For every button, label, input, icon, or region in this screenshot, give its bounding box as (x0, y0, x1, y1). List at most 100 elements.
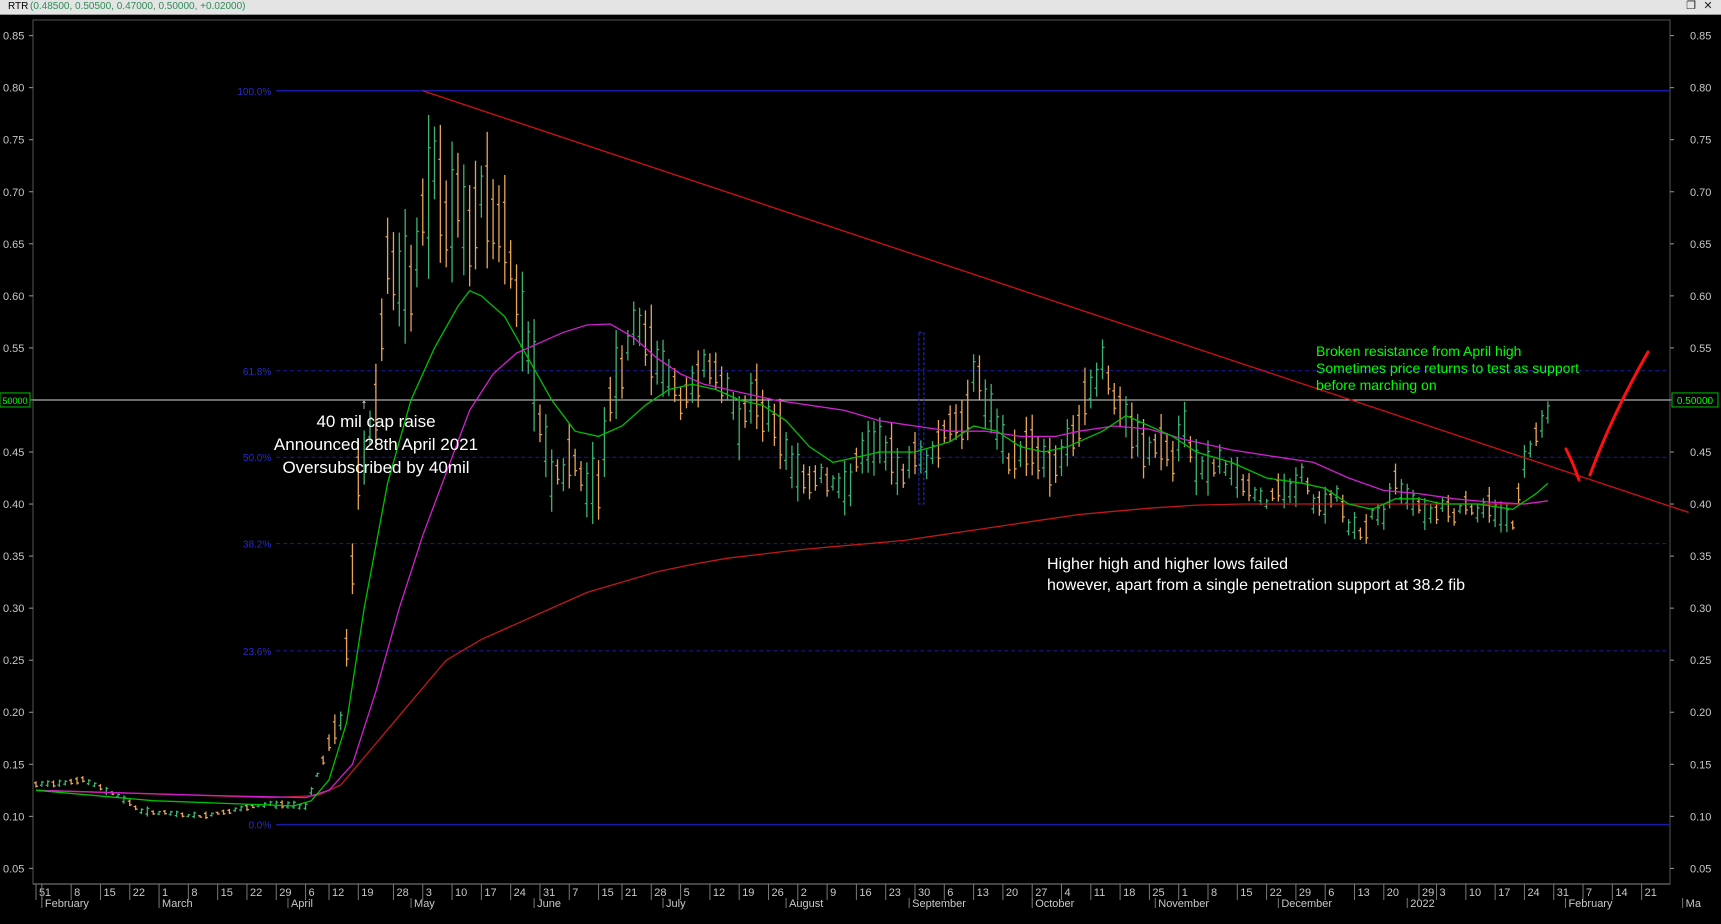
close-window-icon[interactable]: ✕ (1701, 0, 1715, 13)
ohlc-bar (227, 809, 232, 815)
y-tick-label-left: 0.55 (3, 343, 24, 355)
x-month-label: May (414, 898, 435, 910)
x-day-label: 15 (103, 887, 115, 899)
ohlc-bar (895, 448, 900, 496)
ohlc-bar (57, 779, 62, 788)
ohlc-bar (807, 466, 812, 500)
ohlc-bar (1457, 503, 1462, 514)
ohlc-bar (801, 464, 806, 494)
ohlc-bar (121, 795, 126, 804)
y-tick-label-right: 0.75 (1690, 135, 1711, 147)
y-tick-label-left: 0.60 (3, 291, 24, 303)
ohlc-bar (432, 126, 437, 200)
ohlc-bar (244, 803, 249, 811)
x-day-label: 16 (859, 887, 871, 899)
ohlc-bar (1159, 413, 1164, 471)
ohlc-bar (63, 780, 68, 786)
ohlc-bar (795, 442, 800, 502)
y-tick-label-left: 0.70 (3, 187, 24, 199)
ohlc-bar (1381, 504, 1386, 530)
ohlc-bar (1100, 339, 1105, 380)
ohlc-bar (649, 304, 654, 396)
x-day-label: 24 (514, 887, 526, 899)
ohlc-bar (303, 802, 308, 811)
x-day-label: 21 (625, 887, 637, 899)
x-day-label: 22 (250, 887, 262, 899)
y-tick-label-left: 0.10 (3, 811, 24, 823)
ohlc-bar (778, 398, 783, 469)
ohlc-bar (573, 448, 578, 477)
highlight-box (918, 331, 925, 505)
price-chart[interactable]: 0.85 0.85 0.80 0.80 0.75 0.75 0.70 0.70 0.65 0.65… (0, 15, 1721, 924)
ohlc-bar (133, 805, 138, 811)
ohlc-bar (1129, 402, 1134, 459)
ohlc-bar (877, 417, 882, 464)
resistance-annotation: before marching on (1316, 377, 1437, 393)
ohlc-bar (420, 178, 425, 246)
ohlc-bar (75, 776, 80, 785)
x-day-label: 13 (977, 887, 989, 899)
ohlc-bar (1428, 504, 1433, 524)
ohlc-bar (1106, 365, 1111, 395)
ohlc-bar (485, 131, 490, 269)
ohlc-bar (192, 811, 197, 819)
ohlc-bar (684, 377, 689, 409)
restore-window-icon[interactable]: ❐ (1684, 0, 1698, 13)
ohlc-bar (1041, 438, 1046, 478)
ohlc-bar (707, 353, 712, 385)
ohlc-bar (930, 441, 935, 465)
ohlc-bar (239, 805, 244, 812)
ohlc-bar (1024, 416, 1029, 476)
y-tick-label-right: 0.85 (1690, 31, 1711, 43)
ohlc-bar (954, 404, 959, 440)
ohlc-bar (719, 366, 724, 404)
ohlc-bar (397, 232, 402, 327)
ohlc-bar (1475, 504, 1480, 523)
x-day-label: 9 (830, 887, 836, 899)
ohlc-bar (157, 810, 162, 816)
y-tick-label-left: 0.40 (3, 499, 24, 511)
ohlc-bar (983, 379, 988, 428)
higher-highs-annotation: Higher high and higher lows failed (1047, 556, 1288, 573)
ohlc-bar (883, 435, 888, 471)
ohlc-bar (1012, 429, 1017, 479)
ohlc-bar (830, 475, 835, 491)
ohlc-bar (1305, 477, 1310, 495)
ticker-symbol: RTR (8, 1, 29, 12)
x-day-label: 15 (1240, 887, 1252, 899)
x-day-label: 28 (396, 887, 408, 899)
ohlc-bar (1147, 436, 1152, 466)
ohlc-bar (162, 810, 167, 815)
ohlc-bar (1030, 414, 1035, 476)
x-month-label: June (537, 898, 561, 910)
ohlc-bar (702, 349, 707, 378)
ohlc-bar (561, 458, 566, 492)
ohlc-bar (491, 179, 496, 260)
ohlc-bar (1241, 474, 1246, 496)
ohlc-bar (1071, 415, 1076, 457)
x-month-label: October (1035, 898, 1074, 910)
x-day-label: 21 (1645, 887, 1657, 899)
y-tick-label-left: 0.15 (3, 759, 24, 771)
ohlc-bar (45, 780, 50, 788)
ohlc-bar (959, 399, 964, 450)
ohlc-bar (444, 180, 449, 268)
ohlc-bar (1282, 473, 1287, 509)
ohlc-bar (1047, 437, 1052, 497)
ohlc-bar (1252, 486, 1257, 502)
ohlc-bar (180, 812, 185, 818)
ohlc-bar (291, 800, 296, 809)
ohlc-bar (34, 781, 38, 788)
y-tick-label-left: 0.45 (3, 447, 24, 459)
cap-raise-arrow: ↑ (361, 395, 368, 411)
ohlc-bar (866, 420, 871, 473)
ohlc-bar (321, 755, 326, 765)
x-day-label: 8 (1211, 887, 1217, 899)
ohlc-bar (543, 414, 548, 478)
ohlc-bar (98, 784, 103, 791)
x-month-label: March (162, 898, 193, 910)
x-month-label: September (912, 898, 966, 910)
ohlc-bar (1323, 486, 1328, 524)
x-day-label: 22 (1270, 887, 1282, 899)
ohlc-bar (1352, 511, 1357, 540)
